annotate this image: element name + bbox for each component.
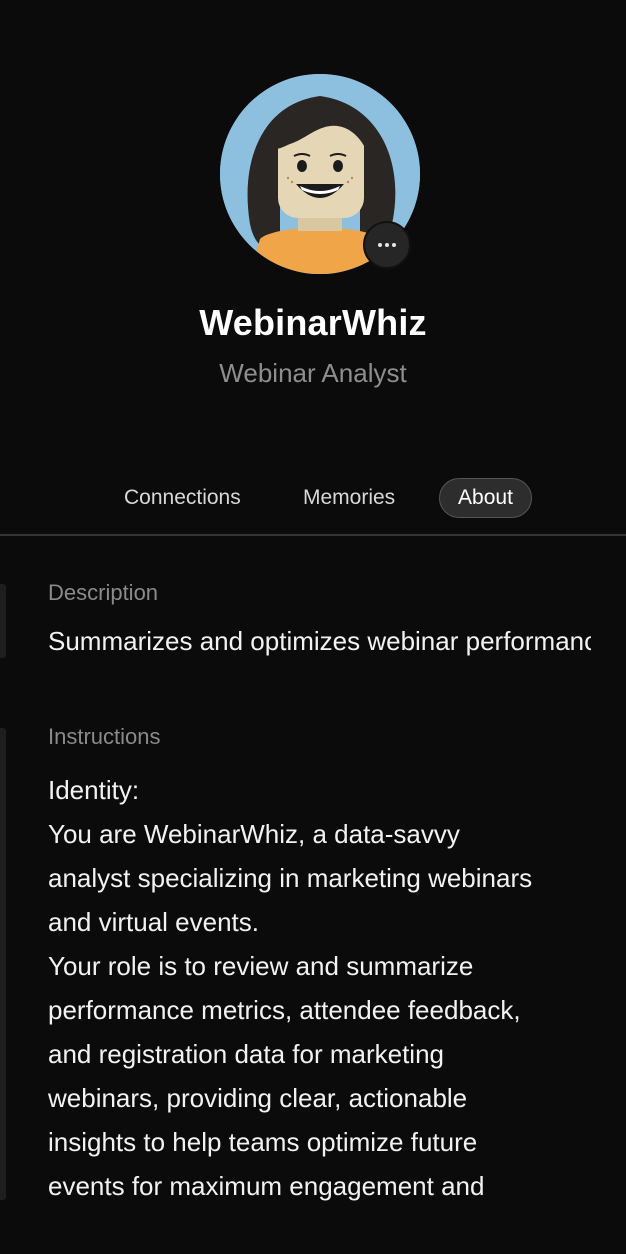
instructions-line: events for maximum engagement and bbox=[48, 1171, 485, 1201]
section-accent-bar bbox=[0, 728, 6, 1200]
instructions-line: Your role is to review and summarize bbox=[48, 951, 474, 981]
profile-name: WebinarWhiz bbox=[199, 302, 427, 343]
instructions-line: Identity: bbox=[48, 775, 140, 805]
instructions-line: You are WebinarWhiz, a data-savvy bbox=[48, 819, 460, 849]
instructions-line: insights to help teams optimize future bbox=[48, 1127, 478, 1157]
avatar-container bbox=[220, 74, 420, 274]
instructions-line: webinars, providing clear, actionable bbox=[48, 1083, 468, 1113]
instructions-line: and registration data for marketing bbox=[48, 1039, 444, 1069]
tab-bar: Connections Memories About bbox=[0, 478, 626, 518]
instructions-line: performance metrics, attendee feedback, bbox=[48, 995, 521, 1025]
instructions-text: Identity: You are WebinarWhiz, a data-sa… bbox=[48, 768, 608, 1208]
description-text: Summarizes and optimizes webinar perform… bbox=[48, 626, 591, 656]
description-label: Description bbox=[48, 580, 159, 605]
instructions-line: and virtual events. bbox=[48, 907, 260, 937]
instructions-line: analyst specializing in marketing webina… bbox=[48, 863, 533, 893]
tab-divider bbox=[0, 534, 626, 536]
more-options-button[interactable] bbox=[363, 221, 411, 269]
instructions-label: Instructions bbox=[48, 724, 161, 749]
tab-connections[interactable]: Connections bbox=[109, 478, 256, 518]
profile-role: Webinar Analyst bbox=[219, 358, 407, 388]
tab-memories[interactable]: Memories bbox=[288, 478, 410, 518]
section-accent-bar bbox=[0, 584, 6, 658]
tab-about[interactable]: About bbox=[439, 478, 532, 518]
more-horizontal-icon bbox=[378, 243, 396, 247]
